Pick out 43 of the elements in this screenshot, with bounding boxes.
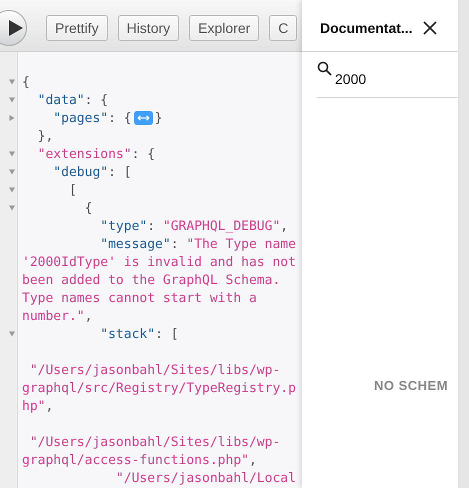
code-text: [	[68, 182, 77, 198]
code-text: },	[36, 128, 54, 144]
fold-arrow-icon[interactable]	[9, 331, 15, 337]
code-text: number.",	[22, 308, 92, 324]
play-icon	[9, 20, 23, 36]
code-text: {	[22, 74, 30, 90]
search-field[interactable]: 2000	[335, 70, 445, 88]
fold-arrow-icon[interactable]	[9, 205, 15, 211]
code-text: "type": "GRAPHQL_DEBUG",	[99, 218, 288, 234]
code-text: "extensions": {	[36, 146, 156, 162]
code-text: "data": {	[36, 92, 108, 108]
code-text: graphql/src/Registry/TypeRegistry.p	[22, 380, 296, 396]
code-text: been added to the GraphQL Schema.	[22, 272, 280, 288]
panel-title: Documentat...	[320, 20, 413, 36]
code-text: '2000IdType' is invalid and has not	[22, 254, 296, 270]
expand-toggle[interactable]	[134, 111, 153, 125]
toolbar-button[interactable]: History	[118, 14, 180, 40]
double-arrow-icon	[136, 115, 150, 121]
code-text: Type names cannot start with a	[22, 290, 257, 306]
search-icon	[317, 61, 333, 77]
fold-arrow-icon[interactable]	[9, 151, 15, 157]
toolbar-button[interactable]: Prettify	[46, 14, 108, 40]
fold-arrow-icon[interactable]	[9, 115, 15, 121]
code-text: "pages": {	[52, 110, 132, 126]
toolbar-button[interactable]: C	[269, 14, 298, 40]
code-text: "/Users/jasonbahl/Local	[114, 470, 296, 486]
code-text: {	[84, 200, 92, 216]
run-button[interactable]	[0, 10, 27, 46]
code-text: hp",	[22, 398, 54, 414]
code-text: "debug": [	[52, 164, 132, 180]
code-text: }	[154, 110, 162, 126]
fold-arrow-icon[interactable]	[9, 169, 15, 175]
toolbar-button[interactable]: Explorer	[189, 14, 260, 40]
close-button[interactable]	[422, 20, 437, 34]
fold-arrow-icon[interactable]	[9, 187, 15, 193]
empty-message: NO SCHEM	[374, 378, 450, 393]
fold-arrow-icon[interactable]	[9, 97, 15, 103]
fold-arrow-icon[interactable]	[9, 79, 15, 85]
code-text: "message": "The Type name	[99, 236, 296, 252]
code-text: "stack": [	[99, 326, 179, 342]
code-text: "/Users/jasonbahl/Sites/libs/wp-	[28, 362, 280, 378]
code-text: "/Users/jasonbahl/Sites/libs/wp-	[28, 434, 280, 450]
code-text: graphql/access-functions.php",	[22, 452, 257, 468]
